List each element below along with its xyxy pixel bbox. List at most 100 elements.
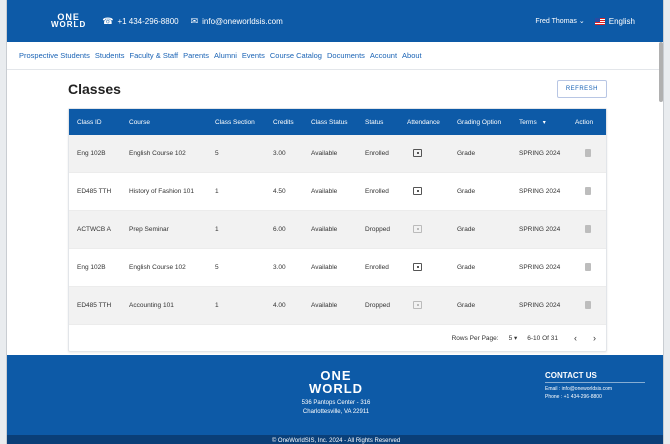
col-credits: Credits — [273, 118, 294, 126]
cell-class-status: Available — [311, 150, 338, 157]
contact-us-info: Email : info@oneworldsis.com Phone : +1 … — [545, 386, 612, 401]
rows-per-page-value: 5 — [508, 335, 513, 342]
attendance-icon[interactable] — [413, 262, 422, 271]
cell-term: SPRING 2024 — [519, 150, 561, 157]
site-footer: ONE WORLD 536 Pantops Center - 316 Charl… — [7, 355, 663, 435]
cell-class-status: Available — [311, 188, 338, 195]
rows-per-page-select[interactable]: 5 ▾ — [509, 334, 518, 342]
cell-class-status: Available — [311, 226, 338, 233]
trash-icon[interactable] — [585, 224, 591, 233]
logo-line2: WORLD — [51, 20, 87, 29]
footer-center: ONE WORLD 536 Pantops Center - 316 Charl… — [257, 369, 415, 417]
refresh-button[interactable]: REFRESH — [556, 80, 607, 98]
phone-contact[interactable]: ☎ +1 434-296-8800 — [102, 16, 178, 27]
footer-phone[interactable]: Phone : +1 434-296-8800 — [545, 394, 612, 402]
col-terms-label: Terms — [519, 118, 537, 126]
app-frame: ONE WORLD ☎ +1 434-296-8800 ✉ info@oneworl… — [6, 0, 664, 444]
cell-section: 1 — [215, 302, 219, 309]
cell-action — [567, 148, 597, 159]
nav-course-catalog[interactable]: Course Catalog — [270, 51, 322, 60]
nav-faculty-staff[interactable]: Faculty & Staff — [129, 51, 178, 60]
table-row: ED485 TTH Accounting 101 1 4.00 Availabl… — [69, 287, 606, 325]
cell-course: English Course 102 — [129, 150, 186, 157]
language-selector[interactable]: English — [594, 17, 635, 26]
next-page-icon[interactable]: › — [593, 333, 596, 343]
address-line2: Charlottesville, VA 22911 — [302, 409, 370, 415]
col-action: Action — [575, 118, 594, 126]
table-row: Eng 102B English Course 102 5 3.00 Avail… — [69, 135, 606, 173]
table-row: Eng 102B English Course 102 5 3.00 Avail… — [69, 249, 606, 287]
cell-term: SPRING 2024 — [519, 264, 561, 271]
nav-parents[interactable]: Parents — [183, 51, 209, 60]
mail-icon: ✉ — [190, 15, 199, 26]
logo[interactable]: ONE WORLD — [51, 13, 86, 29]
nav-about[interactable]: About — [402, 51, 422, 60]
phone-number: +1 434-296-8800 — [117, 16, 179, 26]
us-flag-icon — [594, 17, 605, 25]
trash-icon[interactable] — [585, 300, 591, 309]
cell-credits: 3.00 — [273, 264, 286, 271]
phone-icon: ☎ — [102, 15, 114, 26]
nav-account[interactable]: Account — [370, 51, 397, 60]
cell-course: Accounting 101 — [129, 302, 174, 309]
table-header: Class ID Course Class Section Credits Cl… — [69, 109, 606, 135]
col-class-id: Class ID — [77, 118, 102, 126]
cell-term: SPRING 2024 — [519, 188, 561, 195]
cell-grading: Grade — [457, 150, 476, 157]
user-menu[interactable]: Fred Thomas ⌄ — [535, 17, 584, 25]
attendance-icon[interactable] — [413, 186, 422, 195]
cell-class-id: Eng 102B — [77, 264, 106, 271]
address-line1: 536 Pantops Center - 316 — [301, 400, 371, 406]
col-status: Status — [365, 118, 384, 126]
cell-section: 1 — [215, 188, 219, 195]
cell-status: Enrolled — [365, 264, 389, 271]
footer-logo: ONE WORLD — [257, 369, 415, 395]
contact-info: ☎ +1 434-296-8800 ✉ info@oneworldsis.com — [102, 16, 283, 27]
attendance-icon — [413, 300, 422, 309]
cell-credits: 3.00 — [273, 150, 286, 157]
col-course: Course — [129, 118, 150, 126]
nav-prospective-students[interactable]: Prospective Students — [19, 51, 90, 60]
nav-documents[interactable]: Documents — [327, 51, 365, 60]
main-nav: Prospective Students Students Faculty & … — [7, 42, 663, 70]
cell-status: Dropped — [365, 226, 390, 233]
prev-page-icon[interactable]: ‹ — [574, 333, 577, 343]
col-terms[interactable]: Terms ▾ — [511, 119, 567, 126]
page-header: Classes REFRESH — [7, 70, 663, 108]
contact-divider — [545, 382, 645, 383]
contact-us-title: CONTACT US — [545, 371, 597, 380]
footer-address: 536 Pantops Center - 316 Charlottesville… — [257, 399, 415, 417]
cell-class-id: ED485 TTH — [77, 188, 112, 195]
cell-status: Enrolled — [365, 150, 389, 157]
nav-events[interactable]: Events — [242, 51, 265, 60]
sort-arrow-icon: ▾ — [542, 119, 546, 126]
cell-section: 1 — [215, 226, 219, 233]
scrollbar[interactable] — [659, 42, 663, 102]
cell-section: 5 — [215, 150, 219, 157]
user-area: Fred Thomas ⌄ English — [535, 17, 635, 26]
cell-class-id: Eng 102B — [77, 150, 106, 157]
cell-course: English Course 102 — [129, 264, 186, 271]
trash-icon[interactable] — [585, 262, 591, 271]
cell-action — [567, 186, 597, 197]
cell-credits: 6.00 — [273, 226, 286, 233]
email-address: info@oneworldsis.com — [202, 16, 283, 26]
cell-credits: 4.50 — [273, 188, 286, 195]
footer-email[interactable]: Email : info@oneworldsis.com — [545, 386, 612, 394]
nav-students[interactable]: Students — [95, 51, 125, 60]
cell-class-status: Available — [311, 302, 338, 309]
col-attendance: Attendance — [407, 118, 440, 126]
cell-section: 5 — [215, 264, 219, 271]
cell-term: SPRING 2024 — [519, 302, 561, 309]
table-row: ACTWCB A Prep Seminar 1 6.00 Available D… — [69, 211, 606, 249]
nav-alumni[interactable]: Alumni — [214, 51, 237, 60]
trash-icon[interactable] — [585, 186, 591, 195]
email-contact[interactable]: ✉ info@oneworldsis.com — [191, 16, 283, 27]
cell-credits: 4.00 — [273, 302, 286, 309]
trash-icon[interactable] — [585, 148, 591, 157]
cell-attendance — [399, 148, 449, 159]
cell-grading: Grade — [457, 188, 476, 195]
cell-grading: Grade — [457, 302, 476, 309]
attendance-icon[interactable] — [413, 148, 422, 157]
chevron-down-icon: ▾ — [514, 335, 518, 342]
